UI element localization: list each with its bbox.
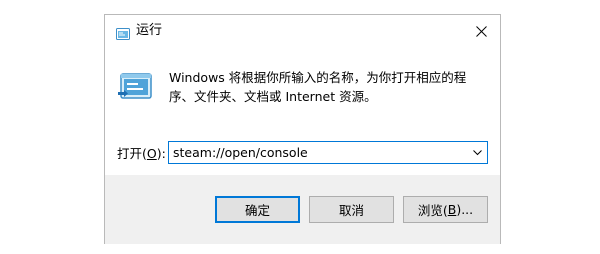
dialog-content: Windows 将根据你所输入的名称，为你打开相应的程序、文件夹、文档或 Int… [105,47,500,175]
ok-button[interactable]: 确定 [215,196,300,223]
open-label: 打开(O): [117,145,166,163]
run-icon [116,25,130,40]
dropdown-button[interactable] [467,142,487,163]
close-button[interactable] [462,15,500,47]
open-label-prefix: 打开( [117,146,147,161]
window-title: 运行 [136,23,163,38]
open-input[interactable] [169,142,467,163]
browse-button[interactable]: 浏览(B)... [403,196,488,223]
cancel-button[interactable]: 取消 [309,196,394,223]
open-label-suffix: ): [156,146,166,161]
open-combobox[interactable] [168,141,488,164]
button-bar: 确定 取消 浏览(B)... [105,175,500,244]
description-text: Windows 将根据你所输入的名称，为你打开相应的程序、文件夹、文档或 Int… [169,70,467,104]
browse-label-prefix: 浏览( [417,203,448,218]
close-icon [475,25,487,37]
run-dialog: 运行 Windows 将根据你所输入的名称，为你打开相应的程序、文件夹、文档或 … [104,14,501,244]
open-label-mnemonic: O [146,146,157,161]
browse-label-suffix: )... [456,202,474,217]
chevron-down-icon [472,149,482,155]
page-background: 运行 Windows 将根据你所输入的名称，为你打开相应的程序、文件夹、文档或 … [0,0,600,254]
run-program-icon [118,72,154,102]
browse-label-mnemonic: B [447,202,457,217]
title-bar[interactable]: 运行 [105,15,500,47]
